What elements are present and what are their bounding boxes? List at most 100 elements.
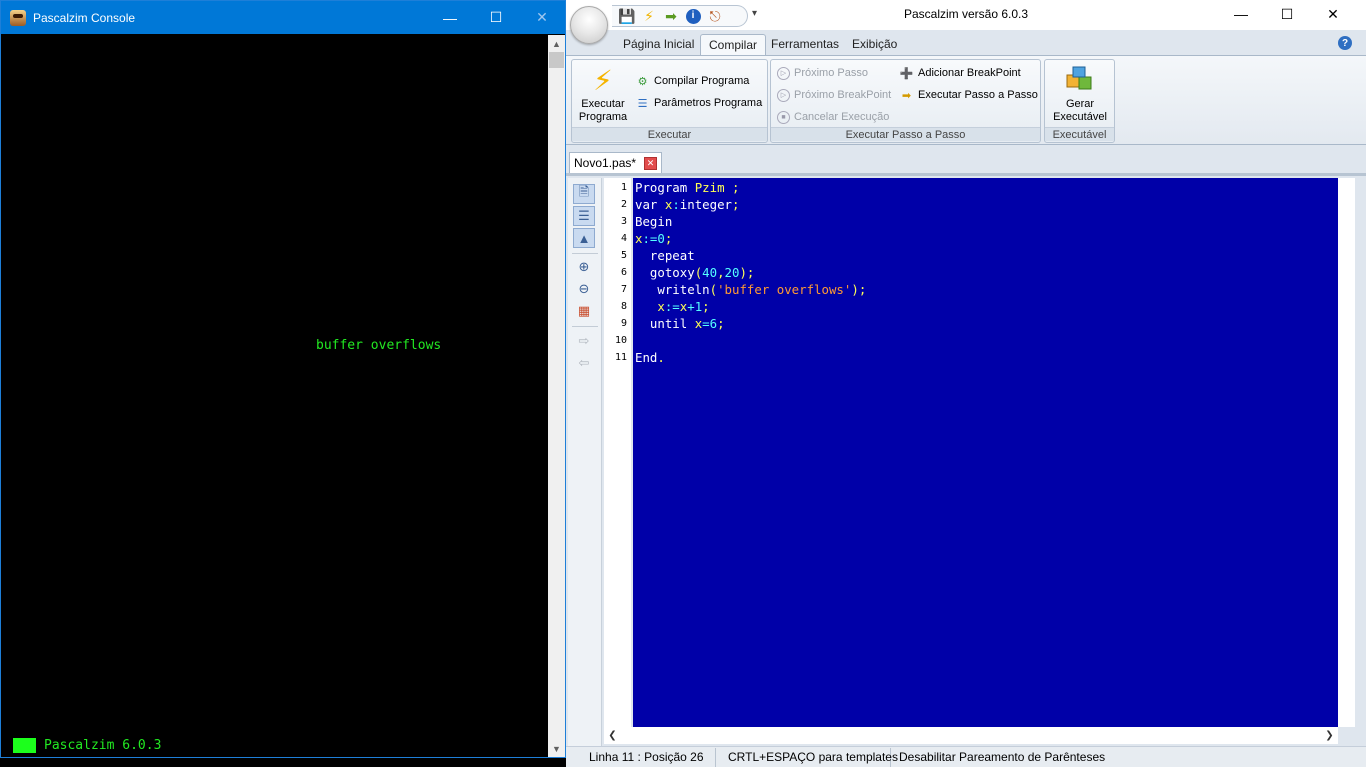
ide-close-button[interactable]: ✕	[1310, 0, 1356, 28]
cancel-icon: ■	[777, 110, 790, 124]
console-minimize-button[interactable]: —	[427, 1, 473, 34]
code-token: ;	[732, 197, 740, 212]
zoom-in-icon[interactable]: ⊕	[573, 257, 595, 277]
cancelar-execucao-button[interactable]: ■ Cancelar Execução	[777, 107, 889, 127]
parametros-programa-button[interactable]: ☰ Parâmetros Programa	[635, 93, 763, 113]
code-token: End	[635, 350, 658, 365]
code-token: ,	[717, 265, 725, 280]
executar-passo-label: Executar Passo a Passo	[918, 89, 1038, 101]
lightning-icon: ⚡	[593, 64, 613, 96]
parametros-programa-label: Parâmetros Programa	[654, 97, 763, 109]
code-token: ;	[702, 299, 710, 314]
code-line[interactable]: repeat	[635, 247, 695, 264]
code-line[interactable]: gotoxy(40,20);	[635, 264, 754, 281]
executar-programa-label-1: Executar	[581, 98, 625, 110]
editor-side-toolbar: 🗎 ☰ ▲ ⊕ ⊖ ▦ ⇨ ⇦	[568, 178, 602, 746]
code-token: writeln	[635, 282, 710, 297]
cancelar-execucao-label: Cancelar Execução	[794, 111, 890, 123]
line-number-gutter: 1 2 3 4 5 6 7 8 9 10 11	[604, 178, 631, 727]
add-breakpoint-icon: ➕	[899, 67, 914, 80]
code-token: ;	[717, 316, 725, 331]
code-token: 6	[709, 316, 718, 331]
adicionar-breakpoint-button[interactable]: ➕ Adicionar BreakPoint	[899, 63, 1021, 83]
new-page-icon[interactable]: 🗎	[573, 184, 595, 204]
console-maximize-button[interactable]: ☐	[473, 1, 519, 34]
editor-vertical-scrollbar[interactable]	[1338, 178, 1355, 727]
document-tab-novo1[interactable]: Novo1.pas* ✕	[569, 152, 663, 173]
line-number: 6	[620, 267, 627, 278]
tab-exibicao[interactable]: Exibição	[844, 34, 905, 56]
ribbon-panel: ⚡ Executar Programa ⚙ Compilar Programa …	[566, 55, 1366, 145]
executar-programa-button[interactable]: ⚡ Executar Programa	[575, 62, 631, 124]
ribbon-group-executar: ⚡ Executar Programa ⚙ Compilar Programa …	[571, 59, 768, 143]
ide-maximize-button[interactable]: ☐	[1264, 0, 1310, 28]
console-scroll-thumb[interactable]	[549, 52, 564, 68]
code-line[interactable]: writeln('buffer overflows');	[635, 281, 866, 298]
line-number: 4	[620, 233, 627, 244]
code-token: x	[635, 299, 665, 314]
proximo-passo-button[interactable]: ▷ Próximo Passo	[777, 63, 868, 83]
tab-pagina-inicial[interactable]: Página Inicial	[615, 34, 702, 56]
code-line[interactable]: until x=6;	[635, 315, 725, 332]
group-label-executar: Executar	[572, 127, 767, 141]
console-status-text: Pascalzim 6.0.3	[44, 738, 162, 753]
package-cubes-icon	[1047, 62, 1113, 98]
compilar-programa-button[interactable]: ⚙ Compilar Programa	[635, 71, 750, 91]
compilar-programa-label: Compilar Programa	[654, 75, 750, 87]
line-number: 2	[620, 199, 627, 210]
line-number: 5	[620, 250, 627, 261]
code-token: var	[635, 197, 665, 212]
code-token: integer	[679, 197, 732, 212]
templates-hint: CRTL+ESPAÇO para templates	[716, 747, 898, 767]
toggle-parenthesis-matching[interactable]: Desabilitar Pareamento de Parênteses	[891, 748, 1113, 767]
help-icon[interactable]: ?	[1338, 36, 1352, 50]
line-number: 7	[620, 284, 627, 295]
code-line[interactable]: var x:integer;	[635, 196, 739, 213]
gerar-executavel-button[interactable]: Gerar Executável	[1047, 62, 1113, 124]
console-vertical-scrollbar[interactable]: ▲ ▼	[548, 35, 565, 757]
editor-horizontal-scrollbar[interactable]: ❮ ❯	[604, 727, 1338, 744]
console-status-block	[13, 738, 36, 753]
proximo-breakpoint-label: Próximo BreakPoint	[794, 89, 892, 101]
step-run-icon: ➡	[901, 89, 912, 102]
ribbon-group-passo-a-passo: ▷ Próximo Passo ▷ Próximo BreakPoint ■ C…	[770, 59, 1041, 143]
scroll-left-icon[interactable]: ❮	[604, 727, 621, 744]
code-editor[interactable]: Program Pzim ; var x:integer; Begin x:=0; r…	[633, 178, 1338, 727]
code-token: =	[702, 316, 710, 331]
code-line[interactable]: x:=x+1;	[635, 298, 710, 315]
code-line[interactable]: Program Pzim ;	[635, 179, 739, 196]
scroll-right-icon[interactable]: ❯	[1321, 727, 1338, 744]
console-window: Pascalzim Console — ☐ ✕ buffer overflows…	[0, 0, 566, 758]
zoom-out-icon[interactable]: ⊖	[573, 279, 595, 299]
console-close-button[interactable]: ✕	[519, 1, 565, 34]
code-line[interactable]: Begin	[635, 213, 672, 230]
ide-minimize-button[interactable]: —	[1218, 0, 1264, 28]
code-line[interactable]: End.	[635, 349, 665, 366]
undo-arrow-icon[interactable]: ⇦	[573, 353, 595, 373]
scroll-up-icon[interactable]: ▲	[548, 35, 565, 52]
proximo-breakpoint-button[interactable]: ▷ Próximo BreakPoint	[777, 85, 891, 105]
tab-compilar[interactable]: Compilar	[700, 34, 767, 56]
line-numbers-icon[interactable]: ☰	[573, 206, 595, 226]
code-token: gotoxy	[635, 265, 695, 280]
color-scheme-icon[interactable]: ▦	[573, 301, 595, 321]
ide-titlebar[interactable]: 💾 ⚡ ➡ i ⎋ ▾ Pascalzim versão 6.0.3 — ☐ ✕	[566, 0, 1366, 44]
close-tab-icon[interactable]: ✕	[644, 156, 658, 170]
line-number: 11	[614, 352, 627, 363]
indent-guide-icon[interactable]: ▲	[573, 228, 595, 248]
line-number: 8	[620, 301, 627, 312]
application-menu-orb[interactable]	[570, 6, 608, 44]
toolbar-separator	[572, 326, 598, 327]
executar-passo-button[interactable]: ➡ Executar Passo a Passo	[899, 85, 1038, 105]
console-title: Pascalzim Console	[33, 10, 136, 25]
scroll-down-icon[interactable]: ▼	[548, 740, 565, 757]
code-line[interactable]: x:=0;	[635, 230, 672, 247]
tab-ferramentas[interactable]: Ferramentas	[763, 34, 847, 56]
line-number: 10	[614, 335, 627, 346]
document-tab-strip: Novo1.pas* ✕	[566, 145, 1366, 176]
console-titlebar[interactable]: Pascalzim Console — ☐ ✕	[1, 1, 565, 34]
redo-arrow-icon[interactable]: ⇨	[573, 331, 595, 351]
code-token: until	[635, 316, 695, 331]
console-output-area[interactable]: buffer overflows Pascalzim 6.0.3	[4, 35, 548, 755]
pascalzim-app-icon	[10, 9, 26, 26]
